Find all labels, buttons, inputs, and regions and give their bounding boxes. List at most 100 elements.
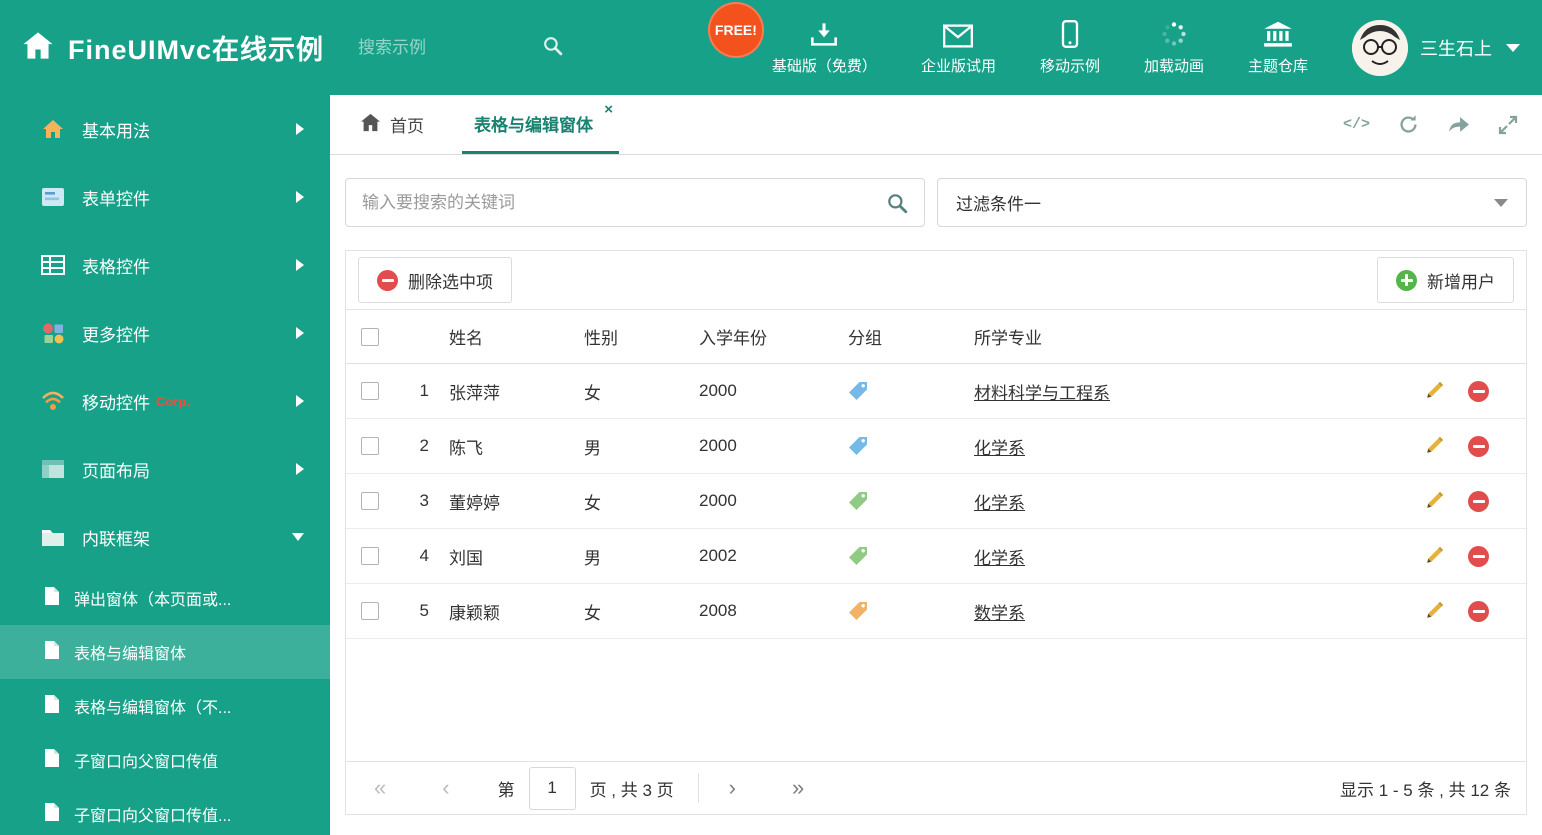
- row-number: 1: [419, 381, 429, 400]
- search-icon[interactable]: [542, 35, 563, 61]
- filter-dropdown[interactable]: 过滤条件一: [937, 178, 1527, 227]
- major-link[interactable]: 化学系: [974, 489, 1025, 514]
- cell-name: 康颖颖: [449, 603, 500, 623]
- avatar: [1352, 19, 1408, 76]
- edit-pencil-icon[interactable]: [1424, 546, 1444, 566]
- sidebar-item-inline-frame[interactable]: 内联框架: [0, 503, 330, 571]
- delete-row-icon[interactable]: [1468, 545, 1489, 567]
- sidebar-item-page-layout[interactable]: 页面布局: [0, 435, 330, 503]
- page-label-after: 页 , 共 3 页: [589, 780, 674, 800]
- page-number-input[interactable]: [528, 766, 576, 810]
- delete-row-icon[interactable]: [1468, 380, 1489, 402]
- table-row: 4 刘国 男 2002 化学系: [346, 529, 1526, 584]
- nav-item-basic-edition[interactable]: FREE! 基础版（免费）: [707, 1, 877, 76]
- file-icon: [44, 748, 60, 773]
- delete-row-icon[interactable]: [1468, 490, 1489, 512]
- row-checkbox[interactable]: [361, 492, 379, 510]
- tab-home[interactable]: 首页: [348, 95, 436, 154]
- share-forward-icon[interactable]: [1447, 115, 1470, 134]
- cell-year: 2002: [699, 546, 737, 565]
- sidebar-subitem-grid-edit-window[interactable]: 表格与编辑窗体: [0, 625, 330, 679]
- prev-page-icon[interactable]: ‹: [442, 777, 449, 799]
- table-row: 3 董婷婷 女 2000 化学系: [346, 474, 1526, 529]
- nav-label: 企业版试用: [920, 57, 996, 75]
- main-content: 首页 表格与编辑窗体 × </> 输入要搜索的关键词 过滤条件一 删除选中项 新…: [330, 95, 1542, 835]
- home-small-icon: [40, 118, 66, 140]
- refresh-icon[interactable]: [1398, 114, 1419, 135]
- cell-year: 2000: [699, 381, 737, 400]
- edit-pencil-icon[interactable]: [1424, 436, 1444, 456]
- edit-pencil-icon[interactable]: [1424, 381, 1444, 401]
- last-page-icon[interactable]: »: [792, 777, 804, 799]
- nav-label: 基础版（免费）: [771, 57, 877, 75]
- chevron-right-icon: [296, 395, 304, 407]
- row-number: 5: [419, 601, 429, 620]
- major-link[interactable]: 材料科学与工程系: [974, 379, 1110, 404]
- bank-icon: [1263, 20, 1293, 48]
- user-menu[interactable]: 三生石上: [1352, 19, 1520, 76]
- tab-grid-edit-window[interactable]: 表格与编辑窗体 ×: [462, 95, 619, 154]
- table-row: 1 张萍萍 女 2000 材料科学与工程系: [346, 364, 1526, 419]
- sidebar-item-grid-controls[interactable]: 表格控件: [0, 231, 330, 299]
- nav-label: 主题仓库: [1247, 57, 1308, 75]
- header-search-input[interactable]: [358, 37, 519, 58]
- sidebar-item-basic-usage[interactable]: 基本用法: [0, 95, 330, 163]
- sidebar-subitem-popup-window[interactable]: 弹出窗体（本页面或...: [0, 571, 330, 625]
- cell-gender: 女: [584, 603, 601, 623]
- row-checkbox[interactable]: [361, 602, 379, 620]
- sidebar-subitem-grid-edit-window-2[interactable]: 表格与编辑窗体（不...: [0, 679, 330, 733]
- header-search: [358, 35, 563, 61]
- add-user-button[interactable]: 新增用户: [1377, 257, 1514, 303]
- filter-dropdown-value: 过滤条件一: [956, 195, 1041, 214]
- edit-pencil-icon[interactable]: [1424, 491, 1444, 511]
- header-actions: [1406, 310, 1526, 363]
- chevron-down-icon: [1506, 43, 1520, 52]
- delete-selected-button[interactable]: 删除选中项: [358, 257, 512, 303]
- nav-item-enterprise-trial[interactable]: 企业版试用: [921, 20, 996, 76]
- select-all-checkbox[interactable]: [361, 327, 379, 346]
- home-tab-icon: [360, 113, 381, 137]
- delete-row-icon[interactable]: [1468, 600, 1489, 622]
- first-page-icon[interactable]: «: [374, 777, 386, 799]
- file-icon: [44, 586, 60, 611]
- keyword-search-box: [345, 178, 925, 227]
- sidebar-item-form-controls[interactable]: 表单控件: [0, 163, 330, 231]
- nav-item-theme-repository[interactable]: 主题仓库: [1248, 20, 1308, 76]
- cell-gender: 女: [584, 383, 601, 403]
- download-icon: [810, 20, 838, 48]
- sidebar: 基本用法 表单控件 表格控件 更多控件 移动控件 Corp. 页面布局 内联框架…: [0, 95, 330, 835]
- app-title: FineUIMvc在线示例: [68, 35, 325, 65]
- sidebar-subitem-child-to-parent-2[interactable]: 子窗口向父窗口传值...: [0, 787, 330, 835]
- keyword-search-input[interactable]: [362, 192, 886, 213]
- edit-pencil-icon[interactable]: [1424, 601, 1444, 621]
- app-window: FineUIMvc在线示例 FREE! 基础版（免费） 企业版试用: [0, 0, 1542, 835]
- row-checkbox[interactable]: [361, 437, 379, 455]
- nav-item-mobile-examples[interactable]: 移动示例: [1040, 19, 1100, 76]
- brand[interactable]: FineUIMvc在线示例: [22, 28, 324, 67]
- major-link[interactable]: 化学系: [974, 544, 1025, 569]
- spinner-icon: [1160, 20, 1188, 48]
- grid-toolbar: 删除选中项 新增用户: [346, 251, 1526, 309]
- tab-tools: </>: [1343, 95, 1518, 154]
- chevron-right-icon: [296, 327, 304, 339]
- pager-divider: [697, 773, 699, 803]
- row-checkbox[interactable]: [361, 547, 379, 565]
- sidebar-item-more-controls[interactable]: 更多控件: [0, 299, 330, 367]
- row-checkbox[interactable]: [361, 382, 379, 400]
- major-link[interactable]: 数学系: [974, 599, 1025, 624]
- nav-item-loading-animation[interactable]: 加载动画: [1144, 20, 1204, 76]
- search-icon[interactable]: [886, 192, 908, 214]
- signal-icon: [40, 390, 66, 412]
- tab-bar: 首页 表格与编辑窗体 × </>: [330, 95, 1542, 155]
- sidebar-item-mobile-controls[interactable]: 移动控件 Corp.: [0, 367, 330, 435]
- sidebar-subitem-child-to-parent[interactable]: 子窗口向父窗口传值: [0, 733, 330, 787]
- tag-icon: [848, 601, 868, 621]
- delete-row-icon[interactable]: [1468, 435, 1489, 457]
- source-code-icon[interactable]: </>: [1343, 116, 1370, 133]
- close-icon[interactable]: ×: [604, 102, 613, 117]
- expand-icon[interactable]: [1498, 115, 1518, 135]
- chevron-right-icon: [296, 123, 304, 135]
- major-link[interactable]: 化学系: [974, 434, 1025, 459]
- tag-icon: [848, 491, 868, 511]
- next-page-icon[interactable]: ›: [729, 777, 736, 799]
